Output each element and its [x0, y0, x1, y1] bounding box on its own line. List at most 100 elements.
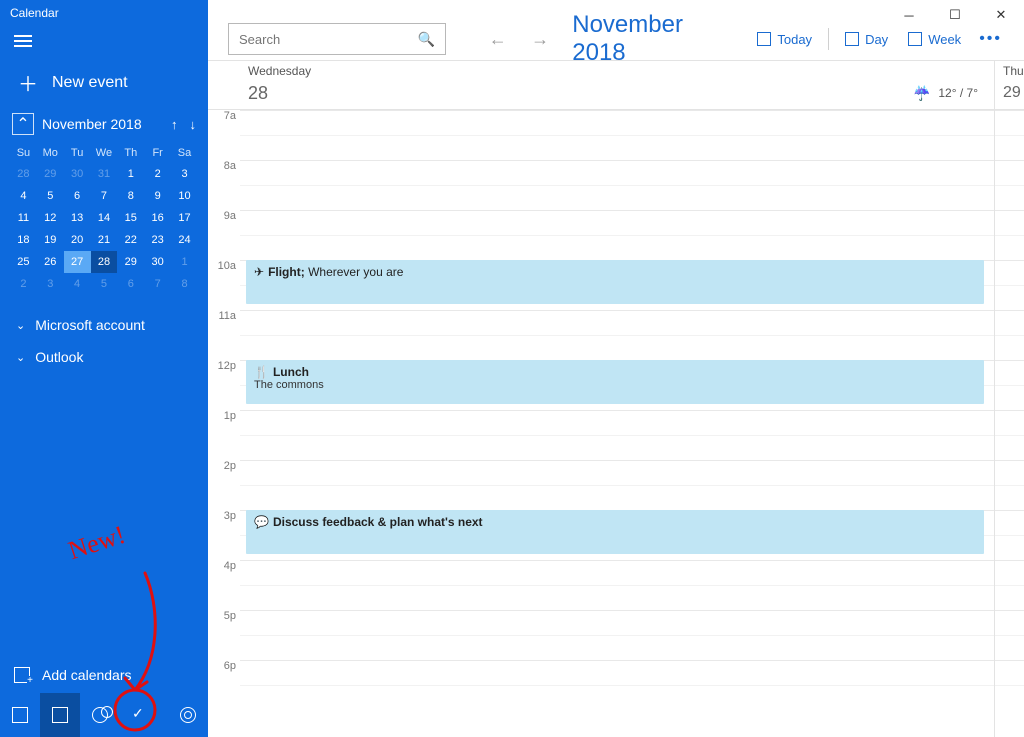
minicalendar-prev-button[interactable]: ↑: [171, 117, 178, 132]
minicalendar-day[interactable]: 29: [37, 163, 64, 185]
next-day-schedule[interactable]: [994, 110, 1024, 737]
minicalendar-day[interactable]: 13: [64, 207, 91, 229]
minicalendar-day[interactable]: 9: [144, 185, 171, 207]
today-icon: [757, 32, 771, 46]
minicalendar-day[interactable]: 4: [64, 273, 91, 295]
account-name: Outlook: [35, 349, 83, 365]
event-icon: 🍴: [254, 365, 269, 379]
minicalendar-day[interactable]: 1: [117, 163, 144, 185]
minicalendar-day[interactable]: 6: [64, 185, 91, 207]
calendar-app-button[interactable]: [40, 693, 80, 737]
people-icon: [92, 707, 108, 723]
time-label: 1p: [208, 410, 240, 460]
minicalendar-day[interactable]: 20: [64, 229, 91, 251]
today-button[interactable]: Today: [747, 26, 822, 53]
search-input[interactable]: [239, 32, 418, 47]
calendar-event[interactable]: ✈Flight; Wherever you are: [246, 260, 984, 304]
minicalendar-day[interactable]: 7: [144, 273, 171, 295]
minicalendar-next-button[interactable]: ↓: [190, 117, 197, 132]
add-calendars-button[interactable]: Add calendars: [0, 657, 208, 693]
new-event-button[interactable]: ＋ New event: [0, 58, 208, 107]
next-period-button[interactable]: →: [526, 24, 554, 54]
minicalendar-day[interactable]: 18: [10, 229, 37, 251]
minicalendar-day[interactable]: 16: [144, 207, 171, 229]
more-options-button[interactable]: •••: [971, 26, 1010, 52]
time-label: 10a: [208, 260, 240, 310]
minicalendar-day[interactable]: 28: [10, 163, 37, 185]
search-icon: 🔍: [418, 31, 435, 48]
minicalendar-day[interactable]: 17: [171, 207, 198, 229]
account-name: Microsoft account: [35, 317, 145, 333]
calendar-event[interactable]: 🍴 LunchThe commons: [246, 360, 984, 404]
weekday-header: We: [91, 143, 118, 163]
minicalendar-day[interactable]: 4: [10, 185, 37, 207]
account-expander[interactable]: ⌄Outlook: [0, 341, 208, 373]
event-icon: ✈: [254, 265, 264, 279]
minicalendar-day[interactable]: 5: [37, 185, 64, 207]
day-view-icon: [845, 32, 859, 46]
day-number-next: 29: [1003, 84, 1021, 102]
settings-button[interactable]: [168, 693, 208, 737]
minicalendar-day[interactable]: 25: [10, 251, 37, 273]
minicalendar-day[interactable]: 29: [117, 251, 144, 273]
search-box[interactable]: 🔍: [228, 23, 446, 55]
account-expander[interactable]: ⌄ Microsoft account: [0, 309, 208, 341]
minicalendar-day[interactable]: 3: [37, 273, 64, 295]
minicalendar-day[interactable]: 8: [171, 273, 198, 295]
minicalendar-day[interactable]: 24: [171, 229, 198, 251]
minicalendar-day[interactable]: 23: [144, 229, 171, 251]
minicalendar-day[interactable]: 11: [10, 207, 37, 229]
minicalendar-day[interactable]: 1: [171, 251, 198, 273]
chevron-down-icon: ⌄: [16, 319, 25, 332]
day-schedule[interactable]: ✈Flight; Wherever you are 🍴 LunchThe commo…: [240, 110, 994, 737]
weather-widget[interactable]: ☔ 12° / 7°: [913, 85, 986, 102]
minicalendar-day[interactable]: 27: [64, 251, 91, 273]
mail-app-button[interactable]: [0, 693, 40, 737]
sidebar: Calendar ＋ New event ⌃ November 2018 ↑ ↓…: [0, 0, 208, 737]
minicalendar-day[interactable]: 22: [117, 229, 144, 251]
mini-calendar: SuMoTuWeThFrSa 2829303112345678910111213…: [0, 143, 208, 301]
hamburger-menu-button[interactable]: [0, 24, 208, 58]
minicalendar-day[interactable]: 19: [37, 229, 64, 251]
weekday-header: Th: [117, 143, 144, 163]
todo-app-button[interactable]: [120, 693, 160, 737]
minicalendar-day[interactable]: 15: [117, 207, 144, 229]
collapse-minicalendar-button[interactable]: ⌃: [12, 113, 34, 135]
time-label: 4p: [208, 560, 240, 610]
minicalendar-day[interactable]: 12: [37, 207, 64, 229]
new-event-label: New event: [52, 74, 128, 92]
main-area: ─ ☐ ✕ 🔍 ← → November 2018 Today Day: [208, 0, 1024, 737]
minicalendar-day[interactable]: 21: [91, 229, 118, 251]
day-name-primary: Wednesday: [240, 61, 994, 79]
calendar-event[interactable]: 💬Discuss feedback & plan what's next: [246, 510, 984, 554]
minicalendar-day[interactable]: 6: [117, 273, 144, 295]
prev-period-button[interactable]: ←: [484, 24, 512, 54]
weekday-header: Su: [10, 143, 37, 163]
minicalendar-day[interactable]: 3: [171, 163, 198, 185]
minicalendar-day[interactable]: 26: [37, 251, 64, 273]
minicalendar-day[interactable]: 30: [144, 251, 171, 273]
minicalendar-day[interactable]: 2: [10, 273, 37, 295]
event-subtitle: The commons: [254, 379, 976, 391]
todo-icon: [132, 707, 148, 723]
time-label: 8a: [208, 160, 240, 210]
minicalendar-day[interactable]: 31: [91, 163, 118, 185]
minicalendar-day[interactable]: 28: [91, 251, 118, 273]
minicalendar-day[interactable]: 14: [91, 207, 118, 229]
day-view-button[interactable]: Day: [835, 26, 898, 53]
weekday-header: Sa: [171, 143, 198, 163]
minicalendar-day[interactable]: 30: [64, 163, 91, 185]
mail-icon: [12, 707, 28, 723]
week-view-button[interactable]: Week: [898, 26, 971, 53]
time-label: 11a: [208, 310, 240, 360]
day-number-primary: 28: [248, 83, 268, 104]
minicalendar-day[interactable]: 2: [144, 163, 171, 185]
minicalendar-day[interactable]: 10: [171, 185, 198, 207]
add-calendars-label: Add calendars: [42, 667, 132, 683]
minicalendar-day[interactable]: 8: [117, 185, 144, 207]
minicalendar-day[interactable]: 5: [91, 273, 118, 295]
event-subtitle: Wherever you are: [308, 265, 403, 279]
event-title: Lunch: [273, 365, 309, 379]
minicalendar-day[interactable]: 7: [91, 185, 118, 207]
people-app-button[interactable]: [80, 693, 120, 737]
